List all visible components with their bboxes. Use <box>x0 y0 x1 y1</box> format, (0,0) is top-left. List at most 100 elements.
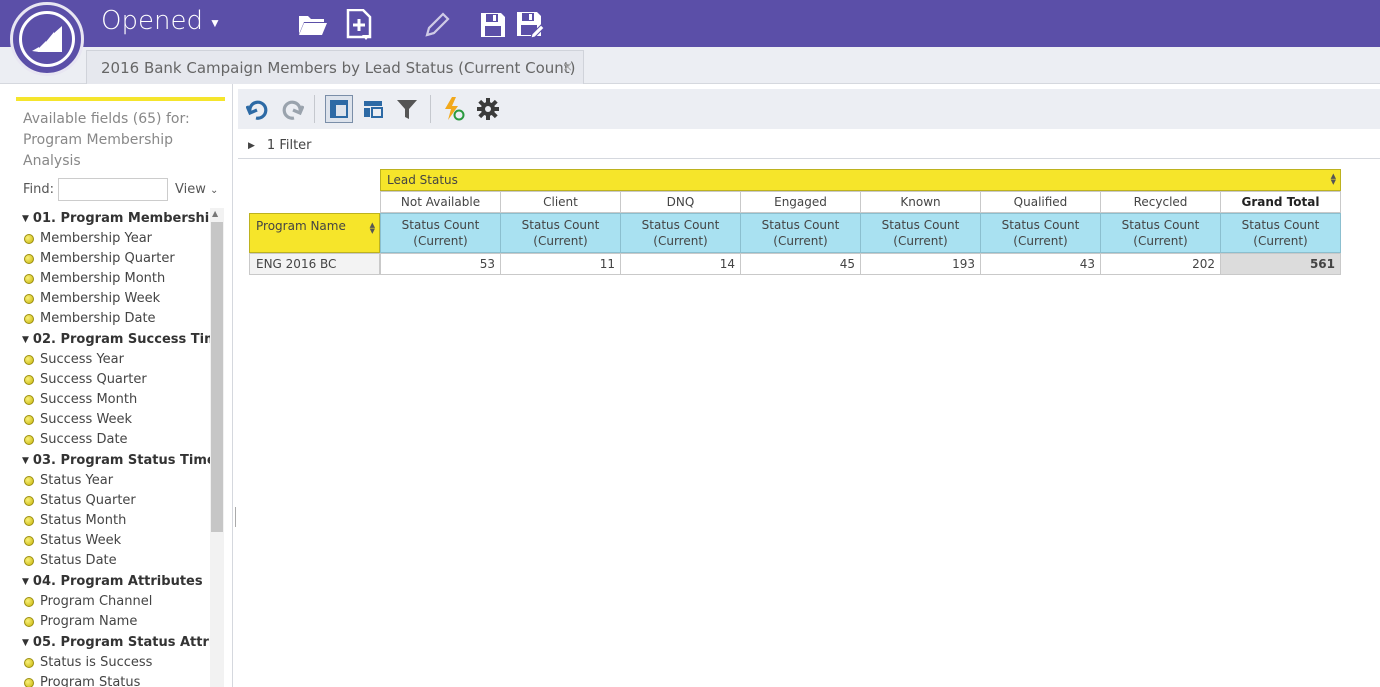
save-icon[interactable] <box>477 9 509 41</box>
field-item[interactable]: Membership Week <box>22 289 210 309</box>
field-item[interactable]: Membership Month <box>22 269 210 289</box>
field-item[interactable]: Membership Year <box>22 229 210 249</box>
filter-toggle[interactable]: ▶ 1 Filter <box>248 138 312 153</box>
row-header[interactable]: ENG 2016 BC <box>249 253 380 275</box>
table-cell[interactable]: 53 <box>380 253 501 275</box>
field-item[interactable]: Success Date <box>22 430 210 450</box>
field-dot-icon <box>24 678 34 687</box>
field-dot-icon <box>24 476 34 486</box>
field-item[interactable]: Status Quarter <box>22 491 210 511</box>
field-item[interactable]: Success Month <box>22 390 210 410</box>
sort-arrows-icon[interactable]: ▲ ▼ <box>1331 173 1336 186</box>
field-group[interactable]: ▼03. Program Status Timefram <box>22 451 210 471</box>
undo-icon[interactable] <box>244 95 272 123</box>
field-dot-icon <box>24 395 34 405</box>
grand-total-cell[interactable]: 561 <box>1220 253 1341 275</box>
field-dot-icon <box>24 234 34 244</box>
field-item[interactable]: Program Status <box>22 673 210 687</box>
filter-count-label: 1 Filter <box>266 138 312 153</box>
table-cell[interactable]: 45 <box>740 253 861 275</box>
chevron-down-icon: ▼ <box>208 16 221 30</box>
field-item[interactable]: Membership Date <box>22 309 210 329</box>
redo-icon[interactable] <box>278 95 306 123</box>
field-item[interactable]: Success Week <box>22 410 210 430</box>
expand-triangle-icon[interactable]: ▼ <box>22 633 29 653</box>
toolbar-separator <box>314 95 315 123</box>
settings-gear-icon[interactable] <box>474 95 502 123</box>
view-dropdown[interactable]: View ⌄ <box>175 182 218 197</box>
edit-pencil-icon[interactable] <box>421 9 453 41</box>
expand-triangle-icon[interactable]: ▼ <box>22 209 29 229</box>
open-folder-icon[interactable] <box>297 9 329 41</box>
field-dot-icon <box>24 658 34 668</box>
layout-icon[interactable] <box>325 95 353 123</box>
sort-arrows-icon[interactable]: ▲ ▼ <box>370 222 375 235</box>
filter-icon[interactable] <box>393 95 421 123</box>
column-header: Engaged <box>740 191 861 213</box>
field-dot-icon <box>24 516 34 526</box>
logo-icon[interactable] <box>10 2 84 76</box>
save-as-icon[interactable] <box>514 9 546 41</box>
field-dot-icon <box>24 435 34 445</box>
measure-header: Status Count (Current) <box>500 213 621 253</box>
field-group[interactable]: ▼ 04. Program Attributes <box>22 572 210 592</box>
report-tab-label: 2016 Bank Campaign Members by Lead Statu… <box>101 58 576 77</box>
table-cell[interactable]: 193 <box>860 253 981 275</box>
grid-icon[interactable] <box>359 95 387 123</box>
find-input[interactable] <box>58 178 169 201</box>
field-item[interactable]: Success Year <box>22 350 210 370</box>
expand-triangle-icon[interactable]: ▼ <box>22 330 29 350</box>
field-item[interactable]: Program Channel <box>22 592 210 612</box>
field-item[interactable]: Status Year <box>22 471 210 491</box>
expand-triangle-icon[interactable]: ▼ <box>22 451 29 471</box>
view-label: View <box>175 182 206 197</box>
table-cell[interactable]: 14 <box>620 253 741 275</box>
field-item[interactable]: Status Month <box>22 511 210 531</box>
new-report-icon[interactable] <box>344 9 376 41</box>
field-list: ▼01. Program Membership Tin Membership Y… <box>22 208 210 687</box>
field-item[interactable]: Status is Success <box>22 653 210 673</box>
field-item[interactable]: Membership Quarter <box>22 249 210 269</box>
field-item[interactable]: Program Name <box>22 612 210 632</box>
report-tab[interactable]: 2016 Bank Campaign Members by Lead Statu… <box>86 50 584 84</box>
close-icon[interactable]: × <box>562 60 573 75</box>
expand-triangle-icon[interactable]: ▼ <box>22 572 29 592</box>
field-item[interactable]: Status Date <box>22 551 210 571</box>
field-list-scrollbar[interactable]: ▲ <box>210 208 224 687</box>
refresh-icon[interactable] <box>440 95 468 123</box>
expand-triangle-icon[interactable]: ▶ <box>248 141 255 151</box>
report-toolbar <box>238 89 1380 129</box>
menu-title-dropdown[interactable]: Opened ▼ <box>101 6 221 36</box>
field-dot-icon <box>24 355 34 365</box>
table-cell[interactable]: 202 <box>1100 253 1221 275</box>
row-field-header[interactable]: Program Name ▲ ▼ <box>249 213 380 253</box>
field-dot-icon <box>24 375 34 385</box>
column-header: Not Available <box>380 191 501 213</box>
fields-panel: Available fields (65) for: Program Membe… <box>0 84 233 687</box>
measure-header: Status Count (Current) <box>620 213 741 253</box>
column-header: Qualified <box>980 191 1101 213</box>
field-item[interactable]: Success Quarter <box>22 370 210 390</box>
chevron-down-icon: ⌄ <box>210 185 219 196</box>
document-tab-bar: 2016 Bank Campaign Members by Lead Statu… <box>0 47 1380 84</box>
measure-header: Status Count (Current) <box>740 213 861 253</box>
scrollbar-thumb[interactable] <box>211 222 223 532</box>
scroll-up-arrow-icon[interactable]: ▲ <box>212 209 218 218</box>
column-header: DNQ <box>620 191 741 213</box>
table-cell[interactable]: 11 <box>500 253 621 275</box>
field-dot-icon <box>24 294 34 304</box>
field-group[interactable]: ▼05. Program Status Attributes <box>22 633 210 653</box>
panel-splitter-handle[interactable] <box>235 507 237 527</box>
available-fields-label: Available fields (65) for: Program Membe… <box>23 111 190 169</box>
column-header: Known <box>860 191 981 213</box>
column-field-header[interactable]: Lead Status ▲ ▼ <box>380 169 1341 191</box>
table-cell[interactable]: 43 <box>980 253 1101 275</box>
top-bar: Opened ▼ <box>0 0 1380 47</box>
measure-header: Status Count (Current) <box>380 213 501 253</box>
field-item[interactable]: Status Week <box>22 531 210 551</box>
measure-header: Status Count (Current) <box>980 213 1101 253</box>
field-dot-icon <box>24 314 34 324</box>
field-group[interactable]: ▼02. Program Success Timefra <box>22 330 210 350</box>
find-label: Find: <box>23 182 55 197</box>
field-group[interactable]: ▼01. Program Membership Tin <box>22 209 210 229</box>
